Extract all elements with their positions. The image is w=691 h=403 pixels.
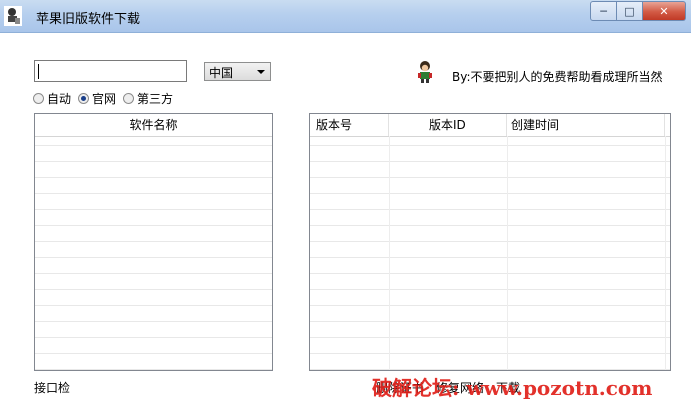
- column-divider: [389, 136, 390, 370]
- chevron-down-icon: [257, 70, 265, 74]
- column-version-number[interactable]: 版本号: [310, 114, 389, 136]
- title-bar[interactable]: 苹果旧版软件下载 ─ □ ✕: [0, 0, 691, 33]
- window-controls: ─ □ ✕: [590, 1, 686, 21]
- radio-official-dot[interactable]: [78, 93, 90, 104]
- search-input[interactable]: [34, 60, 187, 82]
- author-avatar-icon: [418, 61, 432, 83]
- minimize-icon: ─: [600, 4, 607, 18]
- software-list[interactable]: 软件名称: [34, 113, 273, 371]
- radio-auto[interactable]: 自动: [33, 90, 71, 107]
- status-text: 接口检: [34, 381, 71, 395]
- column-divider: [507, 136, 508, 370]
- maximize-button[interactable]: □: [617, 1, 643, 21]
- maximize-icon: □: [624, 4, 635, 18]
- radio-third-party[interactable]: 第三方: [123, 90, 173, 107]
- column-created-time[interactable]: 创建时间: [507, 114, 665, 136]
- software-list-header[interactable]: 软件名称: [35, 114, 272, 137]
- country-select-value: 中国: [209, 66, 234, 80]
- minimize-button[interactable]: ─: [590, 1, 617, 21]
- radio-auto-dot[interactable]: [33, 93, 44, 104]
- author-byline: By:不要把别人的免费帮助看成理所当然: [452, 70, 663, 84]
- text-caret: [38, 64, 39, 79]
- radio-auto-label: 自动: [47, 92, 72, 106]
- version-list-header: 版本号 版本ID 创建时间: [310, 114, 670, 137]
- radio-official[interactable]: 官网: [78, 90, 116, 107]
- close-icon: ✕: [659, 4, 669, 18]
- window-title: 苹果旧版软件下载: [36, 12, 141, 27]
- country-select[interactable]: 中国: [204, 62, 271, 81]
- version-list[interactable]: 版本号 版本ID 创建时间: [309, 113, 671, 371]
- column-divider: [665, 136, 666, 370]
- radio-third-party-label: 第三方: [137, 92, 174, 106]
- watermark: 破解论坛: www.pozotn.com: [372, 376, 653, 400]
- column-version-id[interactable]: 版本ID: [389, 114, 507, 136]
- source-radio-group: 自动 官网 第三方: [33, 90, 173, 107]
- app-window: 苹果旧版软件下载 ─ □ ✕ 中国 自动 官网 第三方 By:不要把别人的免费帮…: [0, 0, 691, 403]
- app-icon: [4, 6, 22, 26]
- close-button[interactable]: ✕: [643, 1, 686, 21]
- radio-official-label: 官网: [92, 92, 117, 106]
- radio-third-party-dot[interactable]: [123, 93, 135, 104]
